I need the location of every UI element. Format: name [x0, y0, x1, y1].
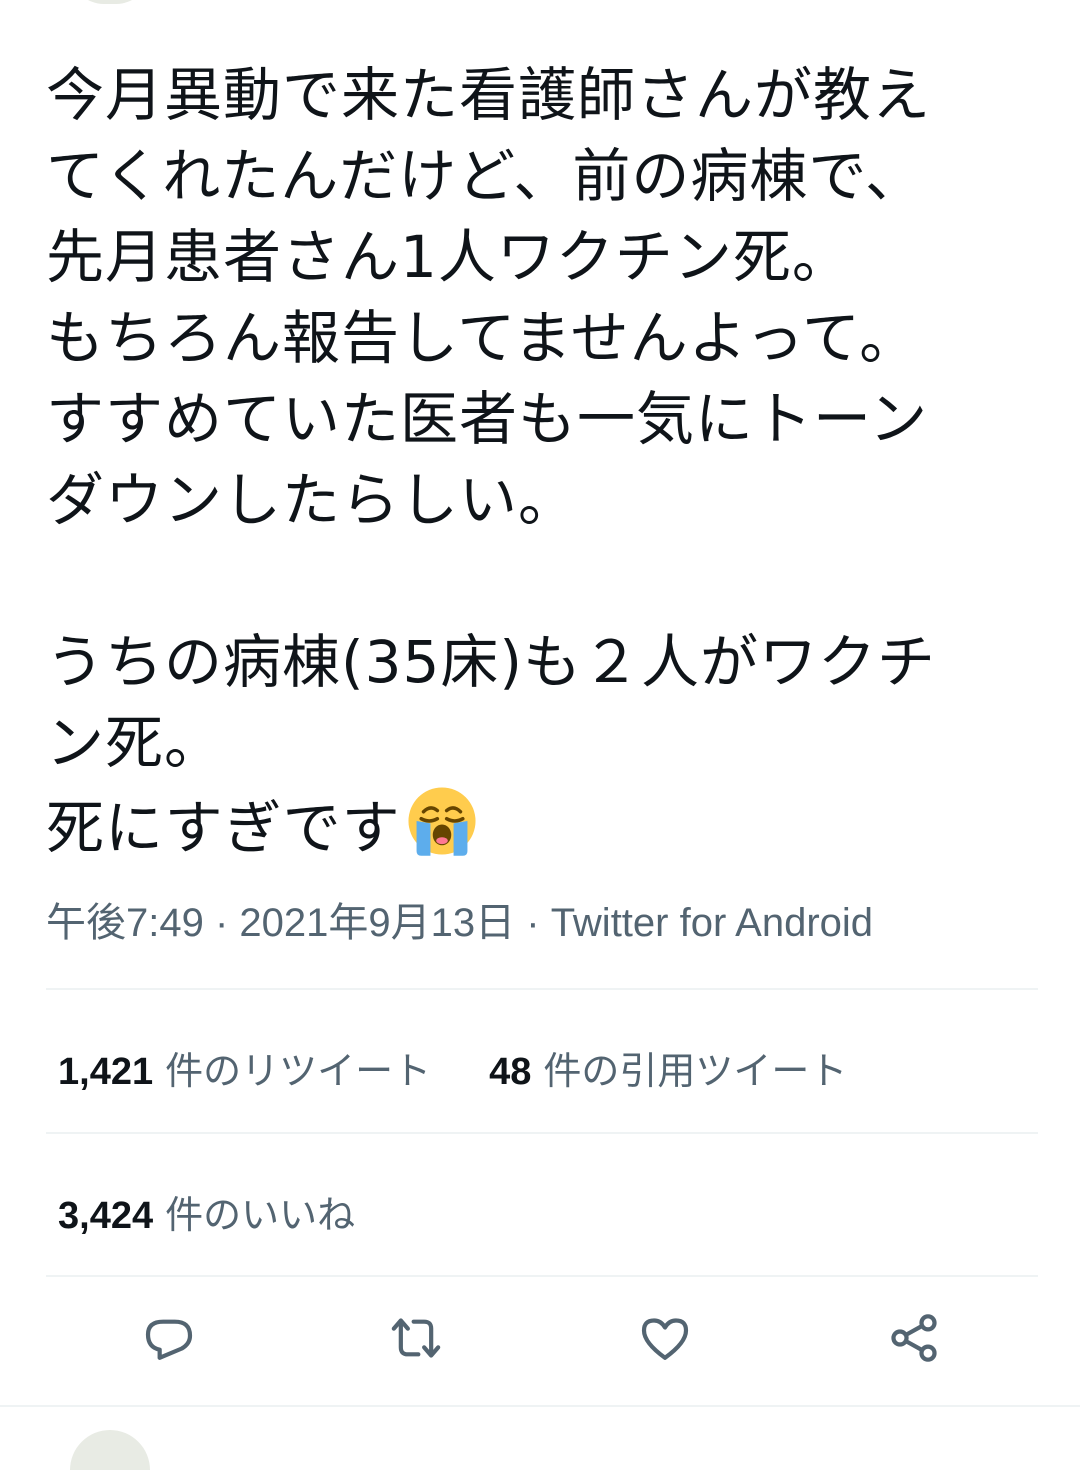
quote-count: 48 [489, 1051, 532, 1093]
tweet-date: 2021年9月13日 [239, 901, 516, 945]
tweet-line: もちろん報告してませんよって。 [46, 304, 919, 372]
heart-icon [641, 1318, 689, 1360]
loudly-crying-face-icon [405, 784, 479, 858]
like-count: 3,424 [58, 1195, 154, 1237]
retweet-icon [391, 1318, 441, 1358]
tweet-line: すすめていた医者も一気にトーン [46, 385, 929, 453]
next-avatar [70, 1430, 150, 1470]
reply-button[interactable] [137, 1306, 201, 1370]
tweet-time: 午後7:49 [46, 901, 204, 945]
share-icon [891, 1314, 937, 1362]
tweet-last-line: 死にすぎです [46, 784, 1046, 869]
stats-row: 1,421 件のリツイート 48 件の引用ツイート [58, 1040, 847, 1095]
previous-avatar [70, 0, 150, 4]
divider [46, 988, 1038, 990]
reply-icon [145, 1319, 193, 1360]
tweet-line: 先月患者さん1人ワクチン死。 [46, 223, 851, 291]
tweet-line: ン死。 [46, 709, 224, 777]
quotes-stat[interactable]: 48 件の引用ツイート [489, 1051, 847, 1093]
tweet-source[interactable]: Twitter for Android [551, 901, 873, 945]
action-bar [0, 1306, 1080, 1370]
quote-label: 件の引用ツイート [543, 1051, 848, 1093]
retweet-button[interactable] [384, 1306, 448, 1370]
meta-separator: · [515, 901, 551, 945]
tweet-line-text: 死にすぎです [46, 794, 401, 862]
meta-separator: · [203, 901, 240, 945]
retweet-label: 件のリツイート [165, 1051, 432, 1093]
tweet-line: うちの病棟(35床)も２人がワクチ [46, 628, 937, 696]
retweet-count: 1,421 [58, 1051, 154, 1093]
retweets-stat[interactable]: 1,421 件のリツイート [58, 1051, 431, 1093]
share-button[interactable] [882, 1306, 946, 1370]
tweet-line: てくれたんだけど、前の病棟で、 [46, 142, 925, 210]
like-button[interactable] [633, 1306, 697, 1370]
like-label: 件のいいね [165, 1195, 356, 1237]
likes-stat[interactable]: 3,424 件のいいね [58, 1195, 355, 1237]
tweet-text: 今月異動で来た看護師さんが教え てくれたんだけど、前の病棟で、 先月患者さん1人… [46, 55, 1046, 869]
divider [46, 1132, 1038, 1134]
likes-row: 3,424 件のいいね [58, 1184, 355, 1239]
divider [46, 1275, 1038, 1277]
tweet-line: 今月異動で来た看護師さんが教え [46, 61, 932, 129]
divider [0, 1405, 1080, 1407]
tweet-line: ダウンしたらしい。 [46, 466, 578, 534]
tweet-meta: 午後7:49 · 2021年9月13日 · Twitter for Androi… [46, 890, 873, 948]
